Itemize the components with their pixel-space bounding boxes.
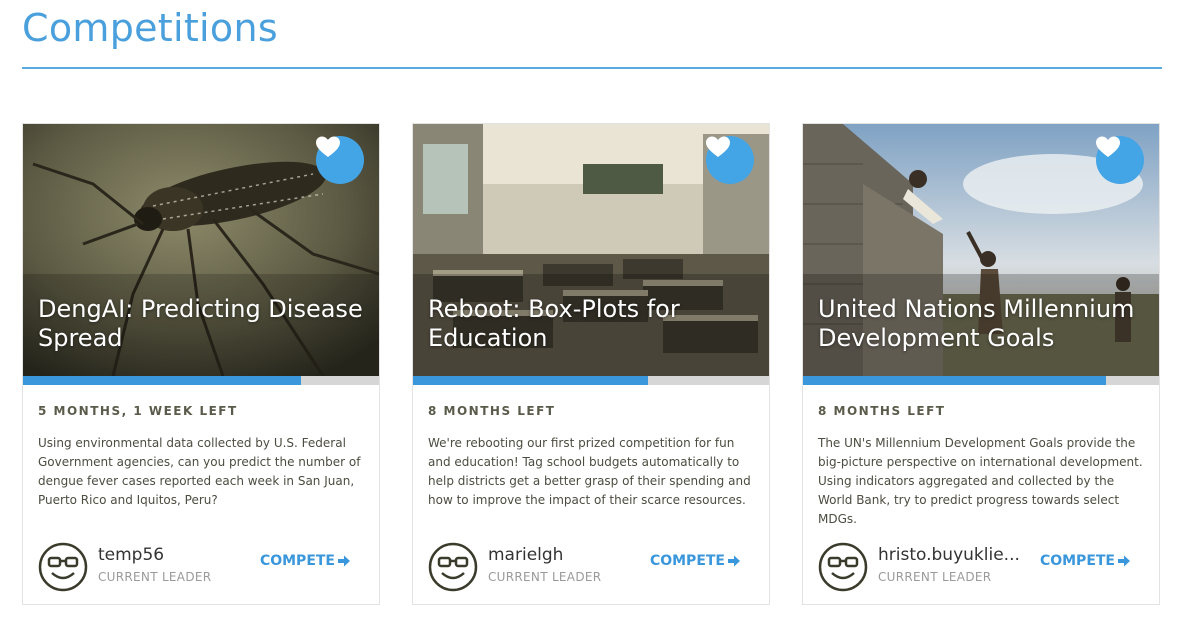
competition-title[interactable]: Reboot: Box-Plots for Education <box>428 295 758 353</box>
time-remaining: 5 MONTHS, 1 WEEK LEFT <box>38 404 238 418</box>
compete-label: COMPETE <box>259 553 335 569</box>
competition-card-dengai[interactable]: DengAI: Predicting Disease Spread 5 MONT… <box>22 123 380 605</box>
time-progress-bar <box>23 376 379 385</box>
arrow-right-icon <box>338 555 350 567</box>
time-progress-fill <box>803 376 1106 385</box>
competition-description: The UN's Millennium Development Goals pr… <box>818 436 1143 526</box>
competition-description: We're rebooting our first prized competi… <box>428 436 751 507</box>
avatar <box>428 542 478 592</box>
favorite-button[interactable] <box>1096 136 1144 184</box>
time-remaining: 8 MONTHS LEFT <box>818 404 946 418</box>
favorite-button[interactable] <box>316 136 364 184</box>
avatar <box>818 542 868 592</box>
time-progress-bar <box>803 376 1159 385</box>
competition-description: Using environmental data collected by U.… <box>38 436 361 507</box>
compete-button[interactable]: COMPETE <box>260 553 351 569</box>
competition-title[interactable]: DengAI: Predicting Disease Spread <box>38 295 368 353</box>
compete-button[interactable]: COMPETE <box>1040 553 1131 569</box>
leader-username[interactable]: marielgh <box>488 545 563 565</box>
card-hero-image[interactable]: DengAI: Predicting Disease Spread <box>23 124 379 376</box>
competition-title[interactable]: United Nations Millennium Development Go… <box>818 295 1148 353</box>
leader-caption: CURRENT LEADER <box>98 570 212 584</box>
competition-card-boxplots[interactable]: Reboot: Box-Plots for Education 8 MONTHS… <box>412 123 770 605</box>
leader-username[interactable]: temp56 <box>98 545 164 565</box>
card-hero-image[interactable]: Reboot: Box-Plots for Education <box>413 124 769 376</box>
leader-username[interactable]: hristo.buyuklie... <box>878 545 1020 565</box>
time-progress-fill <box>413 376 648 385</box>
compete-label: COMPETE <box>1039 553 1115 569</box>
compete-button[interactable]: COMPETE <box>650 553 741 569</box>
heart-icon <box>706 136 730 157</box>
avatar <box>38 542 88 592</box>
competition-card-mdg[interactable]: United Nations Millennium Development Go… <box>802 123 1160 605</box>
arrow-right-icon <box>728 555 740 567</box>
competition-list: DengAI: Predicting Disease Spread 5 MONT… <box>22 123 1162 607</box>
time-remaining: 8 MONTHS LEFT <box>428 404 556 418</box>
heart-icon <box>1096 136 1120 157</box>
card-hero-image[interactable]: United Nations Millennium Development Go… <box>803 124 1159 376</box>
favorite-button[interactable] <box>706 136 754 184</box>
heart-icon <box>316 136 340 157</box>
leader-caption: CURRENT LEADER <box>878 570 992 584</box>
page-title: Competitions <box>22 6 278 50</box>
arrow-right-icon <box>1118 555 1130 567</box>
time-progress-bar <box>413 376 769 385</box>
compete-label: COMPETE <box>649 553 725 569</box>
title-divider <box>22 67 1162 69</box>
leader-caption: CURRENT LEADER <box>488 570 602 584</box>
time-progress-fill <box>23 376 301 385</box>
